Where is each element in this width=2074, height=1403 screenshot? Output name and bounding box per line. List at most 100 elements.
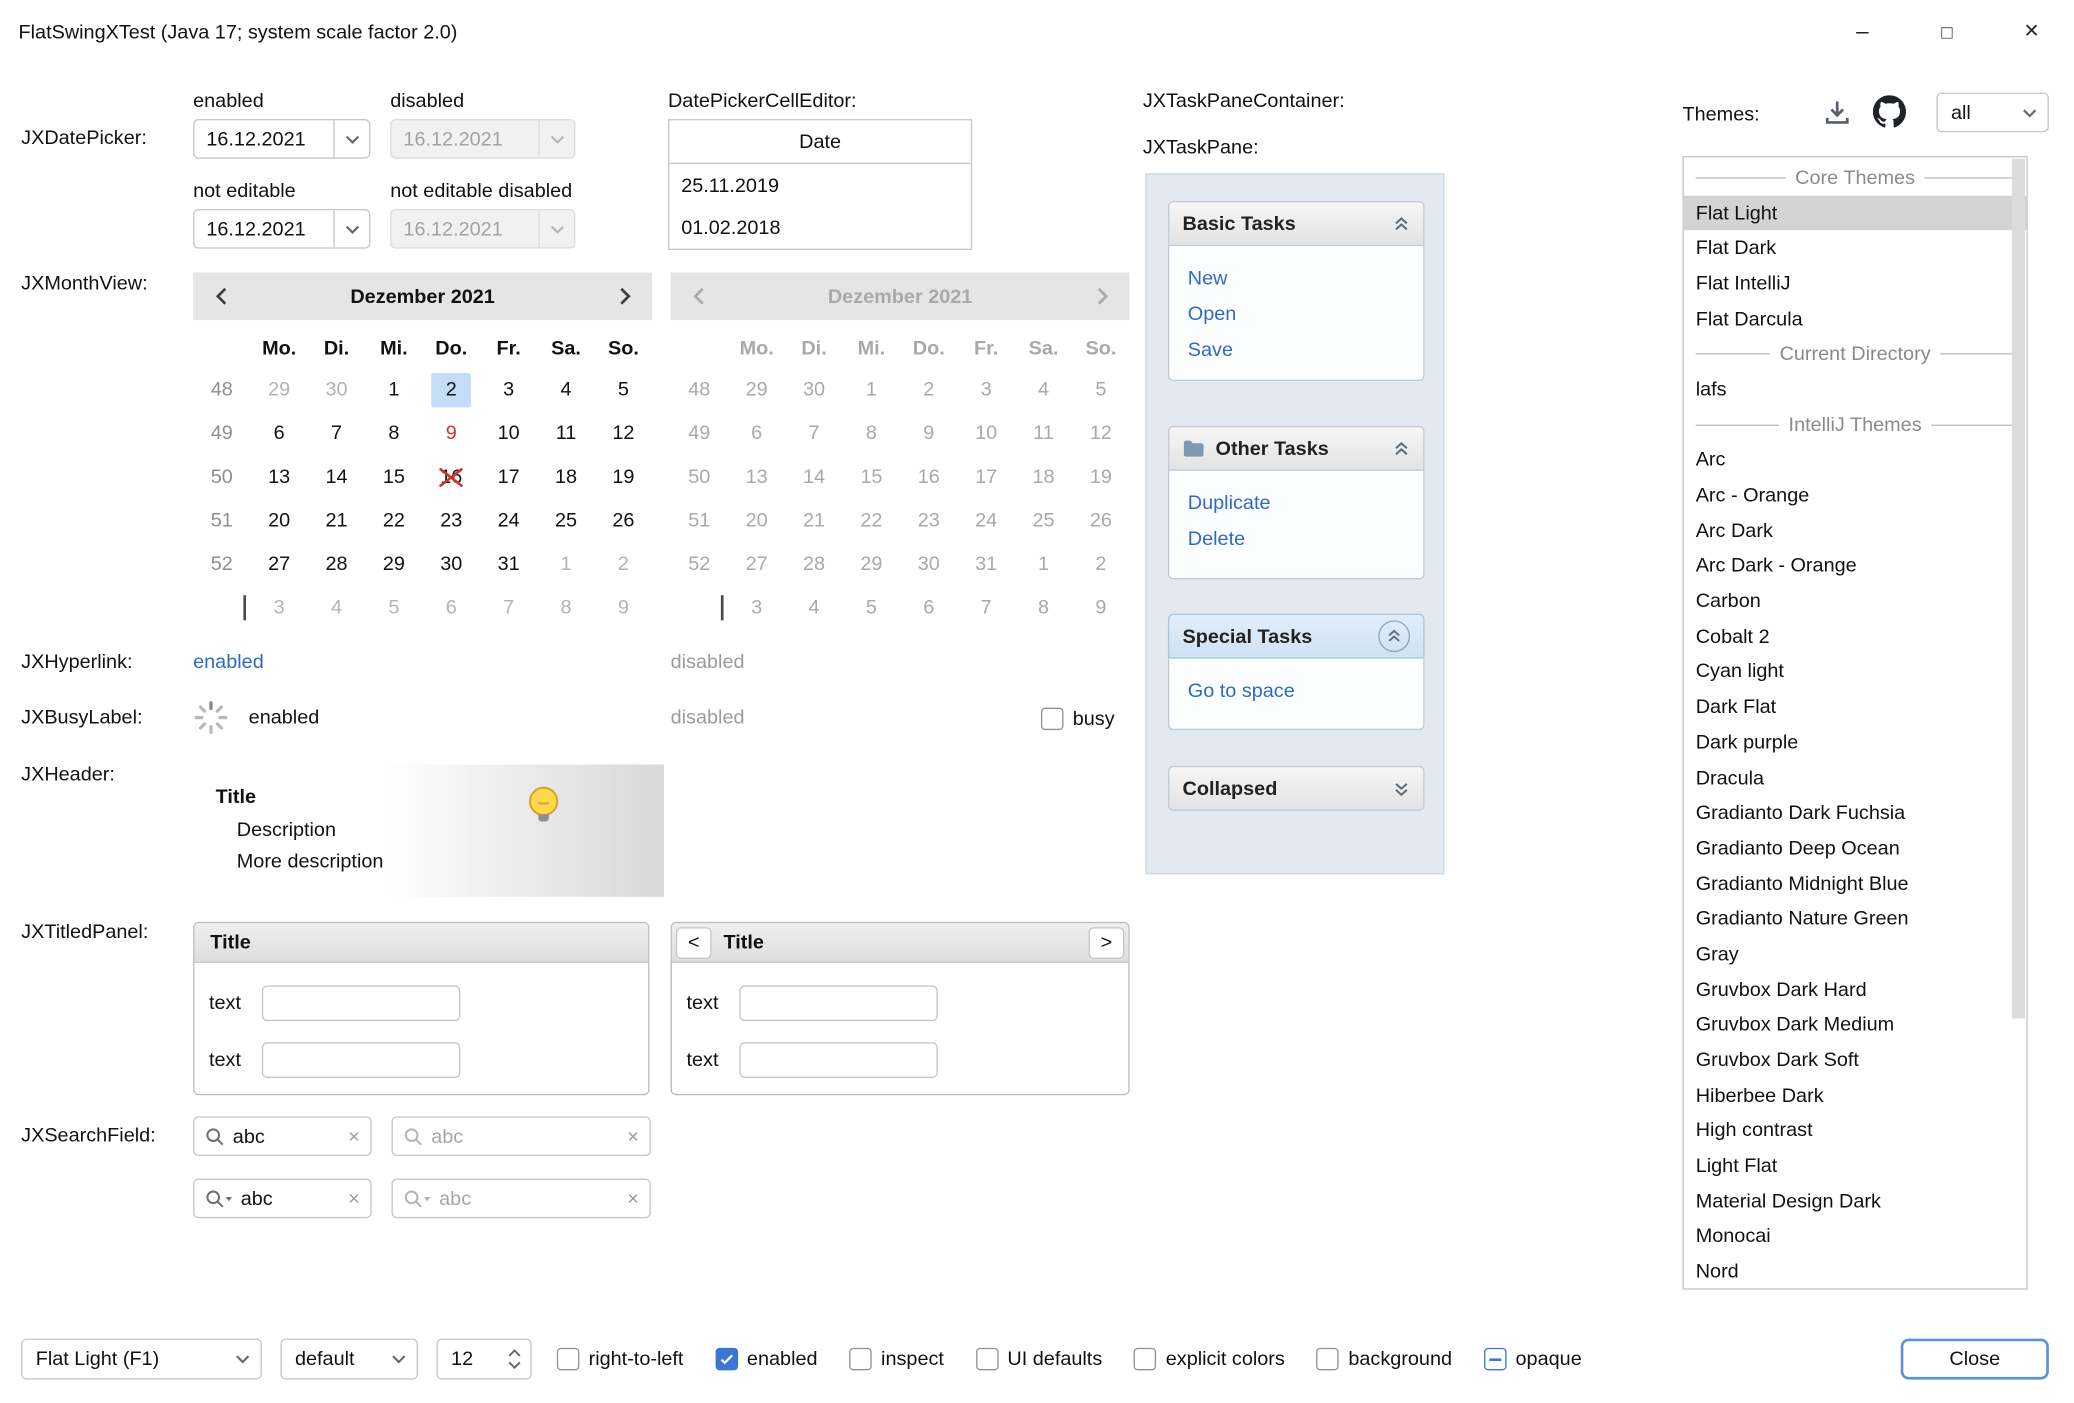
- checkbox[interactable]: [849, 1348, 871, 1370]
- prev-month-button[interactable]: [201, 276, 241, 316]
- chevron-up-double-icon[interactable]: [1393, 215, 1410, 232]
- task-link[interactable]: New: [1188, 261, 1423, 297]
- calendar-cell[interactable]: 49: [193, 411, 250, 455]
- minimize-button[interactable]: –: [1820, 0, 1905, 63]
- theme-list-item[interactable]: Gray: [1684, 937, 2027, 972]
- taskpane-special-header[interactable]: Special Tasks: [1168, 614, 1425, 659]
- task-link[interactable]: Save: [1188, 332, 1423, 368]
- titled-panel-prev-button[interactable]: <: [676, 927, 712, 959]
- calendar-cell[interactable]: 23: [423, 499, 480, 543]
- task-link[interactable]: Open: [1188, 296, 1423, 332]
- theme-list-item[interactable]: IntelliJ Themes: [1684, 407, 2027, 442]
- datepicker-dropdown-button[interactable]: [333, 120, 369, 157]
- calendar-cell[interactable]: 5: [365, 586, 422, 630]
- github-icon[interactable]: [1873, 95, 1906, 133]
- checkbox-item[interactable]: opaque: [1484, 1348, 1582, 1370]
- calendar-cell[interactable]: 30: [308, 368, 365, 412]
- theme-filter-combo[interactable]: all: [1936, 93, 2048, 133]
- theme-list-item[interactable]: Cyan light: [1684, 654, 2027, 689]
- calendar-cell[interactable]: 10: [480, 411, 537, 455]
- theme-list-item[interactable]: Light Flat: [1684, 1148, 2027, 1183]
- calendar-cell[interactable]: 28: [308, 542, 365, 586]
- calendar-cell[interactable]: 29: [365, 542, 422, 586]
- theme-list-item[interactable]: Dark Flat: [1684, 690, 2027, 725]
- calendar-cell[interactable]: 1: [365, 368, 422, 412]
- theme-list-item[interactable]: Gradianto Dark Fuchsia: [1684, 795, 2027, 830]
- search-field-menu-enabled[interactable]: ×: [193, 1179, 372, 1219]
- checkbox-item[interactable]: inspect: [849, 1348, 944, 1370]
- checkbox[interactable]: [1317, 1348, 1339, 1370]
- font-size-spinner[interactable]: 12: [436, 1339, 531, 1380]
- theme-list-item[interactable]: High contrast: [1684, 1113, 2027, 1148]
- calendar-cell[interactable]: 9: [595, 586, 652, 630]
- theme-list-item[interactable]: Gruvbox Dark Soft: [1684, 1043, 2027, 1078]
- theme-list-item[interactable]: Hiberbee Dark: [1684, 1078, 2027, 1113]
- taskpane-basic-header[interactable]: Basic Tasks: [1168, 201, 1425, 246]
- datepicker-enabled[interactable]: 16.12.2021: [193, 119, 370, 159]
- calendar-cell[interactable]: 2: [431, 372, 471, 406]
- datepicker-value[interactable]: 16.12.2021: [194, 218, 333, 240]
- theme-list-item[interactable]: Arc - Orange: [1684, 478, 2027, 513]
- clear-icon[interactable]: ×: [348, 1187, 360, 1209]
- calendar-cell[interactable]: 2: [595, 542, 652, 586]
- clear-icon[interactable]: ×: [348, 1125, 360, 1147]
- task-link[interactable]: Delete: [1188, 521, 1423, 557]
- calendar-cell[interactable]: 16: [423, 455, 480, 499]
- checkbox-item[interactable]: explicit colors: [1134, 1348, 1285, 1370]
- calendar-cell[interactable]: 3: [480, 368, 537, 412]
- table-row[interactable]: 01.02.2018: [669, 206, 971, 248]
- calendar-cell[interactable]: 6: [423, 586, 480, 630]
- titled-panel-next-button[interactable]: >: [1089, 927, 1125, 959]
- checkbox-item[interactable]: background: [1317, 1348, 1452, 1370]
- calendar-cell[interactable]: 27: [250, 542, 307, 586]
- calendar-cell[interactable]: 29: [250, 368, 307, 412]
- maximize-button[interactable]: □: [1905, 0, 1990, 63]
- calendar-cell[interactable]: 5: [595, 368, 652, 412]
- calendar-cell[interactable]: 22: [365, 499, 422, 543]
- checkbox[interactable]: [1134, 1348, 1156, 1370]
- calendar-cell[interactable]: 12: [595, 411, 652, 455]
- hyperlink-enabled[interactable]: enabled: [193, 649, 264, 675]
- calendar-cell[interactable]: 6: [250, 411, 307, 455]
- calendar-cell[interactable]: 15: [365, 455, 422, 499]
- calendar-cell[interactable]: 11: [537, 411, 594, 455]
- theme-list-item[interactable]: Gruvbox Dark Medium: [1684, 1007, 2027, 1042]
- calendar-cell[interactable]: 8: [365, 411, 422, 455]
- theme-list-item[interactable]: Carbon: [1684, 584, 2027, 619]
- checkbox-item[interactable]: enabled: [715, 1348, 817, 1370]
- busy-checkbox[interactable]: [1041, 707, 1063, 729]
- calendar-cell[interactable]: 21: [308, 499, 365, 543]
- titled-panel-text-field[interactable]: [739, 1042, 937, 1078]
- calendar-cell[interactable]: 8: [537, 586, 594, 630]
- theme-list-item[interactable]: Material Design Dark: [1684, 1184, 2027, 1219]
- close-window-button[interactable]: ×: [1989, 0, 2074, 63]
- calendar-cell[interactable]: 20: [250, 499, 307, 543]
- theme-list-item[interactable]: Core Themes: [1684, 160, 2027, 195]
- theme-list-item[interactable]: Arc Dark - Orange: [1684, 548, 2027, 583]
- calendar-cell[interactable]: 18: [537, 455, 594, 499]
- theme-list-item[interactable]: Flat Darcula: [1684, 301, 2027, 336]
- calendar-cell[interactable]: 4: [537, 368, 594, 412]
- checkbox[interactable]: [557, 1348, 579, 1370]
- theme-list-item[interactable]: Gradianto Midnight Blue: [1684, 866, 2027, 901]
- scrollbar[interactable]: [2012, 159, 2025, 1287]
- theme-list-item[interactable]: Gradianto Nature Green: [1684, 901, 2027, 936]
- calendar-cell[interactable]: 1: [537, 542, 594, 586]
- checkbox-item[interactable]: UI defaults: [976, 1348, 1103, 1370]
- titled-panel-text-field[interactable]: [262, 985, 460, 1021]
- scrollbar-thumb[interactable]: [2012, 159, 2025, 1019]
- theme-list-item[interactable]: Arc: [1684, 442, 2027, 477]
- theme-list-item[interactable]: Gruvbox Dark Hard: [1684, 972, 2027, 1007]
- calendar-cell[interactable]: 17: [480, 455, 537, 499]
- calendar-cell[interactable]: 3: [250, 586, 307, 630]
- theme-list-item[interactable]: Dark purple: [1684, 725, 2027, 760]
- calendar-cell[interactable]: 48: [193, 368, 250, 412]
- calendar-cell[interactable]: 13: [250, 455, 307, 499]
- search-menu-icon[interactable]: [205, 1188, 233, 1208]
- titled-panel-text-field[interactable]: [262, 1042, 460, 1078]
- taskpane-collapsed-header[interactable]: Collapsed: [1168, 766, 1425, 811]
- task-link[interactable]: Go to space: [1188, 673, 1423, 709]
- calendar-cell[interactable]: 24: [480, 499, 537, 543]
- close-button[interactable]: Close: [1901, 1339, 2049, 1380]
- chevron-up-double-icon[interactable]: [1378, 620, 1410, 652]
